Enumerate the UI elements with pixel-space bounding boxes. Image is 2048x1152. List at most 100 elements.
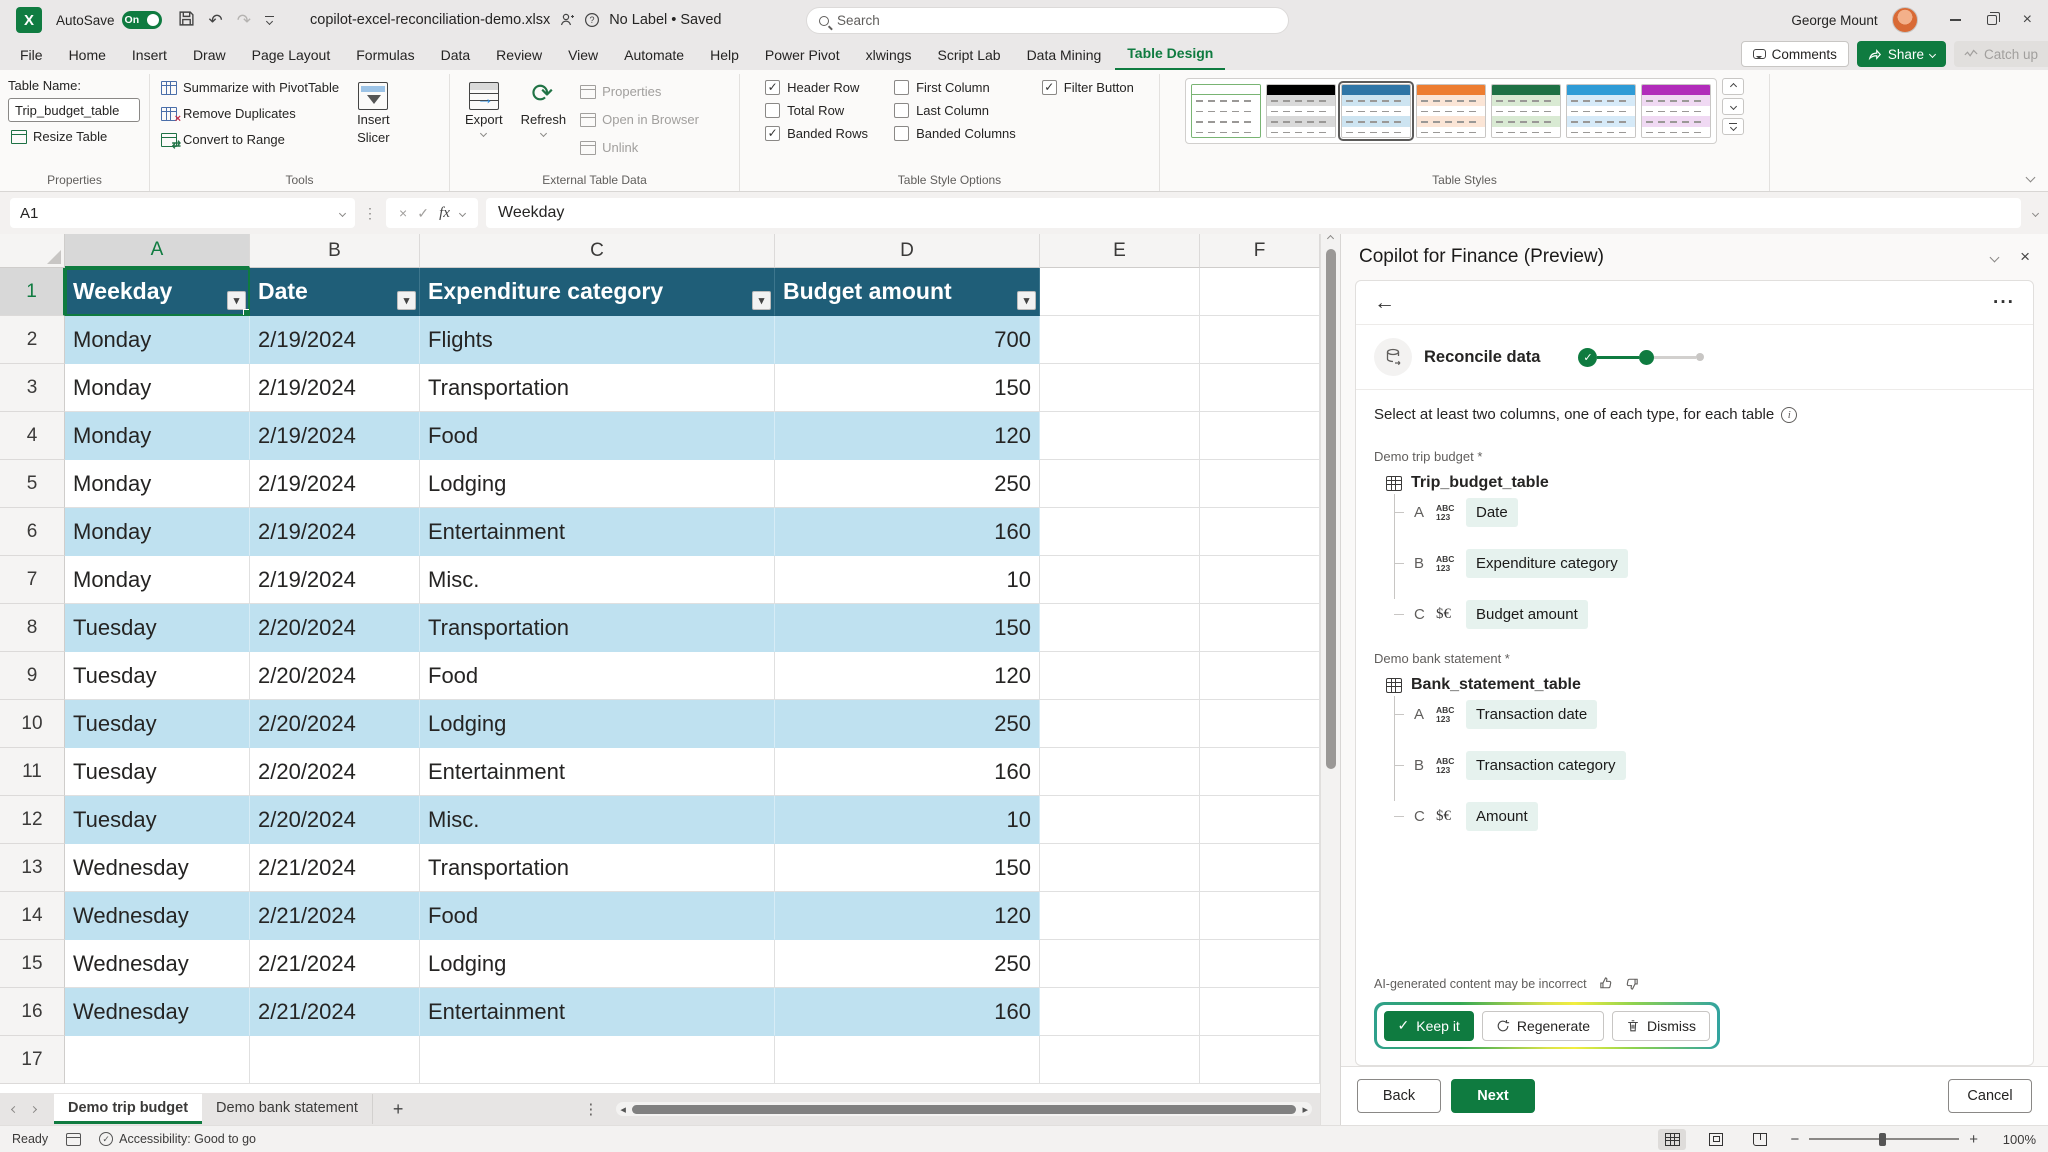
cell-A14[interactable]: Wednesday xyxy=(65,892,250,940)
ribbon-tab-view[interactable]: View xyxy=(556,42,610,70)
zoom-out-icon[interactable]: − xyxy=(1790,1131,1799,1148)
cell-B7[interactable]: 2/19/2024 xyxy=(250,556,420,604)
filter-dropdown-icon-expenditure-category[interactable]: ▾ xyxy=(752,291,771,310)
cell-C6[interactable]: Entertainment xyxy=(420,508,775,556)
accessibility-status[interactable]: ✓ Accessibility: Good to go xyxy=(99,1132,256,1146)
table-style-purple[interactable] xyxy=(1641,84,1711,138)
undo-icon[interactable]: ↶ xyxy=(209,12,223,29)
vscroll-up-icon[interactable] xyxy=(1327,235,1334,242)
horizontal-scrollbar[interactable]: ◂ ▸ xyxy=(616,1102,1312,1116)
row-header-11[interactable]: 11 xyxy=(0,748,65,796)
column-chip-expenditure-category[interactable]: Expenditure category xyxy=(1466,549,1628,578)
column-chip-transaction-category[interactable]: Transaction category xyxy=(1466,751,1626,780)
cell-D8[interactable]: 150 xyxy=(775,604,1040,652)
thumbs-down-icon[interactable] xyxy=(1624,975,1641,992)
hscroll-thumb[interactable] xyxy=(632,1105,1297,1114)
catch-up-button[interactable]: Catch up xyxy=(1954,41,2048,67)
checkbox-filter-button[interactable]: ✓Filter Button xyxy=(1042,80,1134,95)
cell-A8[interactable]: Tuesday xyxy=(65,604,250,652)
filter-dropdown-icon-budget-amount[interactable]: ▾ xyxy=(1017,291,1036,310)
cell-D6[interactable]: 160 xyxy=(775,508,1040,556)
cell-C15[interactable]: Lodging xyxy=(420,940,775,988)
remove-duplicates-button[interactable]: × Remove Duplicates xyxy=(158,104,342,123)
ribbon-tab-help[interactable]: Help xyxy=(698,42,751,70)
cell-C14[interactable]: Food xyxy=(420,892,775,940)
insert-slicer-button[interactable]: Insert Slicer xyxy=(350,78,397,170)
back-arrow-icon[interactable]: ← xyxy=(1374,291,1395,315)
table-name-input[interactable]: Trip_budget_table xyxy=(8,98,140,122)
sheet-nav-next-icon[interactable] xyxy=(30,1105,37,1112)
column-header-E[interactable]: E xyxy=(1040,234,1200,268)
cell-F3[interactable] xyxy=(1200,364,1320,412)
column-chip-transaction-date[interactable]: Transaction date xyxy=(1466,700,1597,729)
gallery-scroll-up-icon[interactable] xyxy=(1722,78,1744,95)
cell-F16[interactable] xyxy=(1200,988,1320,1036)
cell-F4[interactable] xyxy=(1200,412,1320,460)
panel-collapse-icon[interactable] xyxy=(1990,252,2000,262)
close-icon[interactable]: × xyxy=(2023,12,2032,28)
cell-A4[interactable]: Monday xyxy=(65,412,250,460)
cell-B15[interactable]: 2/21/2024 xyxy=(250,940,420,988)
cell-C4[interactable]: Food xyxy=(420,412,775,460)
info-icon[interactable]: i xyxy=(1781,407,1797,423)
row-header-12[interactable]: 12 xyxy=(0,796,65,844)
column-chip-row-transaction-date[interactable]: AABC123Transaction date xyxy=(1394,700,2015,729)
cell-E16[interactable] xyxy=(1040,988,1200,1036)
summarize-with-pivottable-button[interactable]: Summarize with PivotTable xyxy=(158,78,342,97)
ribbon-tab-review[interactable]: Review xyxy=(484,42,554,70)
name-box[interactable]: A1 xyxy=(10,198,355,228)
column-header-C[interactable]: C xyxy=(420,234,775,268)
column-chip-budget-amount[interactable]: Budget amount xyxy=(1466,600,1588,629)
redo-icon[interactable]: ↷ xyxy=(237,12,251,29)
row-header-2[interactable]: 2 xyxy=(0,316,65,364)
ribbon-tab-home[interactable]: Home xyxy=(57,42,118,70)
gallery-scroll-down-icon[interactable] xyxy=(1722,98,1744,115)
cell-F8[interactable] xyxy=(1200,604,1320,652)
ribbon-tab-page-layout[interactable]: Page Layout xyxy=(240,42,343,70)
ribbon-tab-script-lab[interactable]: Script Lab xyxy=(926,42,1013,70)
table-style-blue[interactable] xyxy=(1341,84,1411,138)
macro-record-icon[interactable] xyxy=(66,1133,81,1146)
keep-it-button[interactable]: ✓ Keep it xyxy=(1384,1011,1474,1041)
next-button[interactable]: Next xyxy=(1451,1079,1535,1113)
cell-B11[interactable]: 2/20/2024 xyxy=(250,748,420,796)
cell-A2[interactable]: Monday xyxy=(65,316,250,364)
cell-B10[interactable]: 2/20/2024 xyxy=(250,700,420,748)
cell-F11[interactable] xyxy=(1200,748,1320,796)
filter-dropdown-icon-weekday[interactable]: ▾ xyxy=(227,291,246,310)
cell-D7[interactable]: 10 xyxy=(775,556,1040,604)
cell-E2[interactable] xyxy=(1040,316,1200,364)
cell-E7[interactable] xyxy=(1040,556,1200,604)
cell-C17[interactable] xyxy=(420,1036,775,1084)
ribbon-tab-data[interactable]: Data xyxy=(429,42,483,70)
gallery-expand-icon[interactable] xyxy=(1722,118,1744,135)
page-layout-view-button[interactable] xyxy=(1702,1129,1730,1150)
table-style-orange[interactable] xyxy=(1416,84,1486,138)
cell-A17[interactable] xyxy=(65,1036,250,1084)
insert-function-icon[interactable]: fx xyxy=(439,205,450,222)
regenerate-button[interactable]: Regenerate xyxy=(1482,1011,1604,1041)
cell-A6[interactable]: Monday xyxy=(65,508,250,556)
fx-dropdown-icon[interactable] xyxy=(459,209,466,216)
checkbox-banded-columns[interactable]: Banded Columns xyxy=(894,126,1016,141)
checkbox-banded-rows[interactable]: ✓Banded Rows xyxy=(765,126,868,141)
cell-E8[interactable] xyxy=(1040,604,1200,652)
convert-to-range-button[interactable]: ⇄ Convert to Range xyxy=(158,130,342,149)
cell-E17[interactable] xyxy=(1040,1036,1200,1084)
cell-E11[interactable] xyxy=(1040,748,1200,796)
sheet-tab-demo-trip-budget[interactable]: Demo trip budget xyxy=(54,1094,202,1124)
autosave-control[interactable]: AutoSave On xyxy=(56,11,162,29)
cell-B17[interactable] xyxy=(250,1036,420,1084)
customize-qat-icon[interactable] xyxy=(265,16,274,25)
comments-button[interactable]: Comments xyxy=(1741,41,1849,67)
search-input[interactable]: Search xyxy=(806,7,1289,34)
sheet-options-icon[interactable]: ⋮ xyxy=(583,1100,598,1118)
cell-D9[interactable]: 120 xyxy=(775,652,1040,700)
cell-B9[interactable]: 2/20/2024 xyxy=(250,652,420,700)
row-header-5[interactable]: 5 xyxy=(0,460,65,508)
row-header-4[interactable]: 4 xyxy=(0,412,65,460)
cell-A15[interactable]: Wednesday xyxy=(65,940,250,988)
checkbox-header-row[interactable]: ✓Header Row xyxy=(765,80,868,95)
column-chip-row-budget-amount[interactable]: C$€Budget amount xyxy=(1394,600,2015,629)
save-icon[interactable] xyxy=(178,10,195,30)
